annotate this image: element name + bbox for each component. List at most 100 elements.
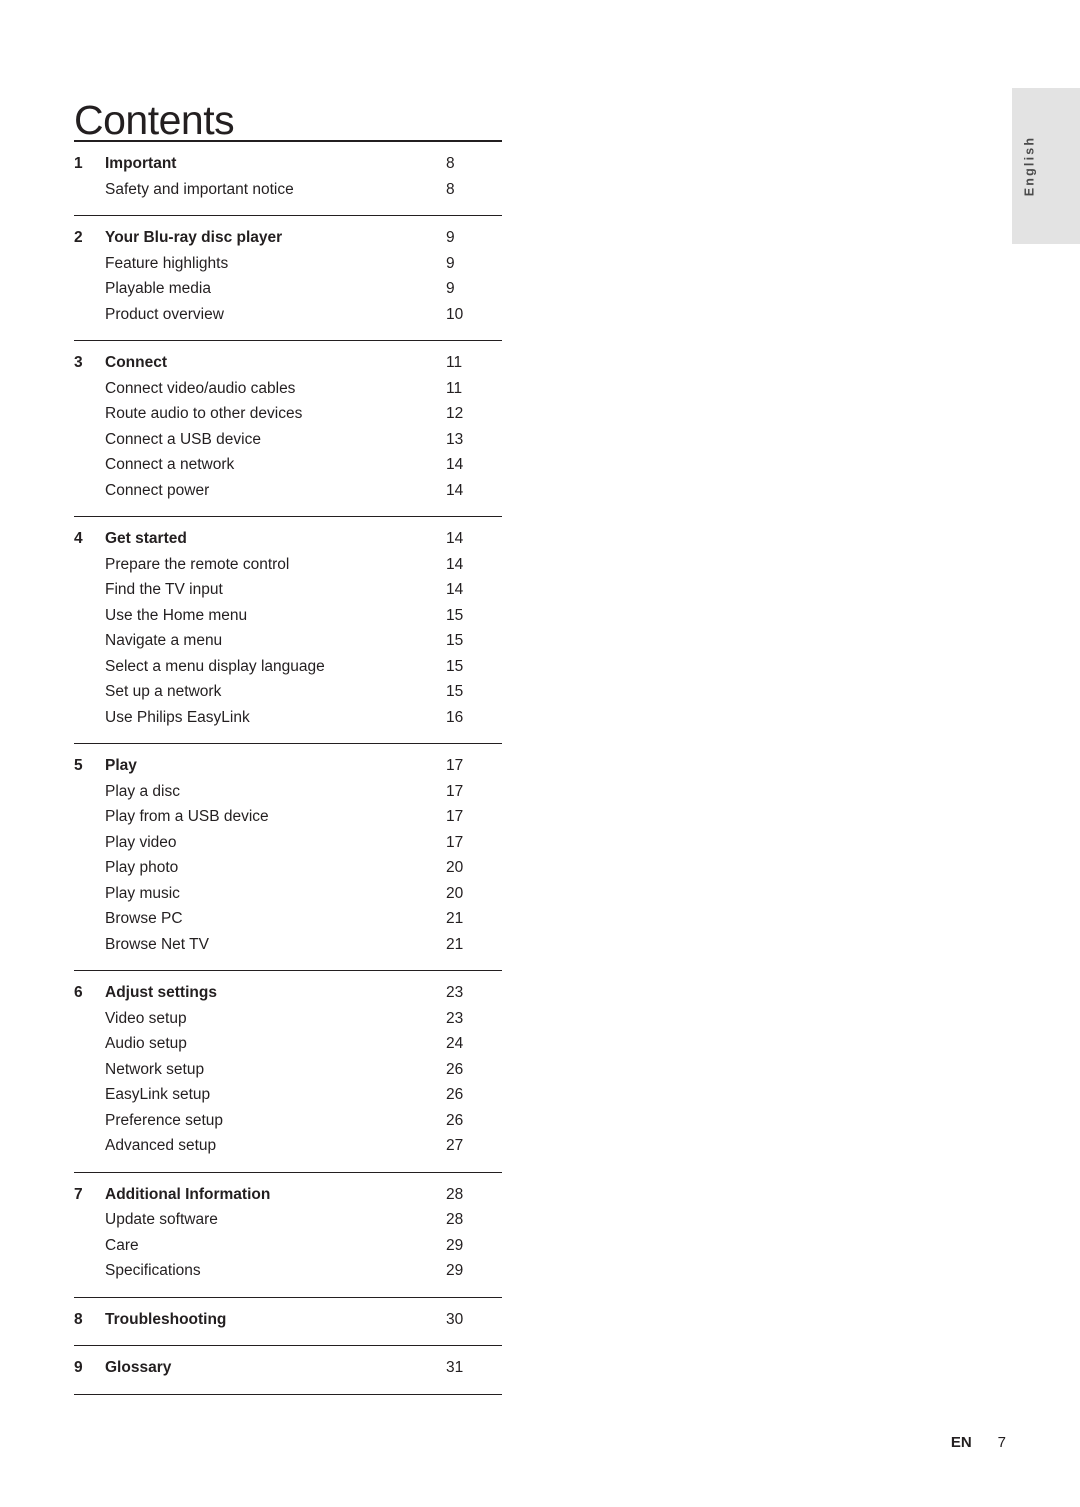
toc-group-spacer bbox=[74, 142, 502, 155]
toc-entry-row[interactable]: Route audio to other devices 12 bbox=[74, 405, 502, 431]
toc-entry-row[interactable]: Connect a network 14 bbox=[74, 456, 502, 482]
toc-entry-row[interactable]: Play photo 20 bbox=[74, 859, 502, 885]
toc-entry-label: Play photo bbox=[105, 859, 179, 876]
toc-chapter-page: 23 bbox=[446, 984, 464, 1001]
toc-chapter-row[interactable]: 5 Play 17 bbox=[74, 757, 502, 783]
toc-entry-row[interactable]: Play video 17 bbox=[74, 834, 502, 860]
toc-chapter-row[interactable]: 6 Adjust settings 23 bbox=[74, 984, 502, 1010]
toc-group-spacer bbox=[74, 1288, 502, 1297]
toc-entry-row[interactable]: Product overview 10 bbox=[74, 306, 502, 332]
toc-entry-page: 13 bbox=[446, 430, 464, 448]
toc-entry-label: Play from a USB device bbox=[105, 808, 269, 825]
toc-entry-row[interactable]: Video setup 23 bbox=[74, 1010, 502, 1036]
toc-entry-label: Preference setup bbox=[105, 1111, 224, 1129]
toc-entry-label: Care bbox=[105, 1236, 139, 1254]
toc-entry-row[interactable]: Play a disc 17 bbox=[74, 783, 502, 809]
toc-entry-label: Feature highlights bbox=[105, 254, 229, 272]
toc-chapter-row[interactable]: 1 Important 8 bbox=[74, 155, 502, 181]
toc-entry-row[interactable]: Use the Home menu 15 bbox=[74, 607, 502, 633]
toc-chapter-row[interactable]: 9 Glossary 31 bbox=[74, 1359, 502, 1385]
toc-group-spacer bbox=[74, 216, 502, 229]
toc-entry-row[interactable]: Care 29 bbox=[74, 1237, 502, 1263]
toc-entry-label: Playable media bbox=[105, 280, 211, 297]
toc-entry-page: 24 bbox=[446, 1035, 464, 1052]
toc-entry-page: 15 bbox=[446, 683, 464, 700]
toc-chapter-row[interactable]: 4 Get started 14 bbox=[74, 530, 502, 556]
toc-entry-page: 15 bbox=[446, 632, 464, 649]
toc-chapter-title: Troubleshooting bbox=[105, 1310, 227, 1328]
toc-group-spacer bbox=[74, 1163, 502, 1172]
toc-group: 1 Important 8 Safety and important notice 8 bbox=[74, 155, 502, 206]
toc-entry-page: 8 bbox=[446, 180, 455, 198]
toc-entry-row[interactable]: Advanced setup 27 bbox=[74, 1137, 502, 1163]
toc-entry-row[interactable]: Feature highlights 9 bbox=[74, 255, 502, 281]
toc-entry-row[interactable]: EasyLink setup 26 bbox=[74, 1086, 502, 1112]
toc-chapter-title: Get started bbox=[105, 530, 187, 547]
toc-chapter-number: 3 bbox=[74, 354, 83, 371]
toc-group-spacer bbox=[74, 206, 502, 215]
toc-group-rule bbox=[74, 1393, 502, 1395]
toc-entry-row[interactable]: Network setup 26 bbox=[74, 1061, 502, 1087]
toc-group-spacer bbox=[74, 1173, 502, 1186]
toc-entry-row[interactable]: Browse Net TV 21 bbox=[74, 936, 502, 962]
toc-entry-page: 12 bbox=[446, 405, 464, 422]
toc-entry-label: Prepare the remote control bbox=[105, 555, 290, 573]
toc-entry-row[interactable]: Specifications 29 bbox=[74, 1262, 502, 1288]
toc-entry-row[interactable]: Connect video/audio cables 11 bbox=[74, 380, 502, 406]
toc-entry-label: Play video bbox=[105, 833, 177, 851]
toc-entry-row[interactable]: Playable media 9 bbox=[74, 280, 502, 306]
toc-chapter-number: 8 bbox=[74, 1310, 83, 1328]
toc-entry-row[interactable]: Find the TV input 14 bbox=[74, 581, 502, 607]
toc-group-spacer bbox=[74, 1336, 502, 1345]
toc-entry-row[interactable]: Play music 20 bbox=[74, 885, 502, 911]
toc-chapter-page: 14 bbox=[446, 530, 464, 547]
toc-entry-page: 17 bbox=[446, 833, 464, 851]
toc-group-spacer bbox=[74, 734, 502, 743]
toc-chapter-number: 4 bbox=[74, 530, 83, 547]
toc-chapter-number: 2 bbox=[74, 229, 83, 246]
toc-entry-row[interactable]: Browse PC 21 bbox=[74, 910, 502, 936]
toc-chapter-page: 31 bbox=[446, 1359, 464, 1376]
language-side-tab: English bbox=[1012, 88, 1080, 244]
toc-chapter-row[interactable]: 3 Connect 11 bbox=[74, 354, 502, 380]
toc-entry-row[interactable]: Preference setup 26 bbox=[74, 1112, 502, 1138]
toc-group-spacer bbox=[74, 331, 502, 340]
toc-entry-label: Connect a network bbox=[105, 456, 235, 473]
toc-chapter-row[interactable]: 8 Troubleshooting 30 bbox=[74, 1311, 502, 1337]
toc-entry-row[interactable]: Prepare the remote control 14 bbox=[74, 556, 502, 582]
toc-group: 7 Additional Information 28 Update software… bbox=[74, 1186, 502, 1288]
toc-entry-page: 21 bbox=[446, 935, 464, 953]
toc-entry-page: 20 bbox=[446, 859, 464, 876]
toc-entry-row[interactable]: Set up a network 15 bbox=[74, 683, 502, 709]
toc-chapter-number: 1 bbox=[74, 155, 83, 172]
toc-chapter-page: 30 bbox=[446, 1310, 464, 1328]
toc-entry-label: Network setup bbox=[105, 1060, 205, 1078]
toc-entry-page: 26 bbox=[446, 1060, 464, 1078]
toc-entry-label: Play a disc bbox=[105, 782, 180, 800]
toc-chapter-page: 17 bbox=[446, 757, 464, 774]
toc-entry-row[interactable]: Connect power 14 bbox=[74, 482, 502, 508]
page-title: Contents bbox=[74, 97, 235, 144]
toc-entry-row[interactable]: Use Philips EasyLink 16 bbox=[74, 709, 502, 735]
toc-chapter-row[interactable]: 7 Additional Information 28 bbox=[74, 1186, 502, 1212]
toc-chapter-title: Connect bbox=[105, 354, 167, 371]
toc-entry-row[interactable]: Update software 28 bbox=[74, 1211, 502, 1237]
toc-group: 4 Get started 14 Prepare the remote control… bbox=[74, 530, 502, 734]
toc-group-spacer bbox=[74, 961, 502, 970]
toc-entry-row[interactable]: Select a menu display language 15 bbox=[74, 658, 502, 684]
toc-entry-label: EasyLink setup bbox=[105, 1086, 211, 1103]
toc-chapter-title: Play bbox=[105, 757, 137, 774]
toc-entry-row[interactable]: Play from a USB device 17 bbox=[74, 808, 502, 834]
toc-chapter-title: Adjust settings bbox=[105, 984, 217, 1001]
toc-entry-page: 16 bbox=[446, 708, 464, 726]
toc-entry-page: 9 bbox=[446, 254, 455, 272]
toc-entry-row[interactable]: Connect a USB device 13 bbox=[74, 431, 502, 457]
toc-entry-page: 28 bbox=[446, 1211, 464, 1228]
toc-entry-page: 17 bbox=[446, 808, 464, 825]
toc-chapter-title: Important bbox=[105, 155, 177, 172]
toc-group: 2 Your Blu-ray disc player 9 Feature highli… bbox=[74, 229, 502, 331]
toc-entry-row[interactable]: Safety and important notice 8 bbox=[74, 181, 502, 207]
toc-entry-row[interactable]: Audio setup 24 bbox=[74, 1035, 502, 1061]
toc-chapter-row[interactable]: 2 Your Blu-ray disc player 9 bbox=[74, 229, 502, 255]
toc-entry-row[interactable]: Navigate a menu 15 bbox=[74, 632, 502, 658]
